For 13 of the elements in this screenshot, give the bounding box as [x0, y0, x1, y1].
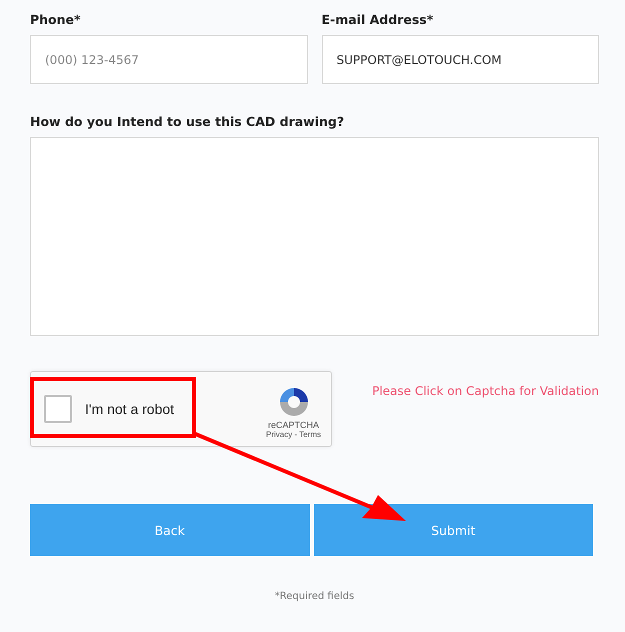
brand-text: reCAPTCHA [268, 420, 320, 430]
recaptcha-logo-icon [278, 386, 310, 418]
field-label: Phone* [30, 12, 82, 29]
field-label: How do you Intend to use this CAD drawing? [30, 114, 346, 131]
input-field[interactable]: (000) 123-4567 [30, 35, 308, 84]
checkbox[interactable] [44, 395, 72, 423]
checkbox-label: I'm not a robot [85, 401, 174, 417]
footnote: *Required fields [274, 591, 356, 602]
privacy-terms-link[interactable]: Privacy - Terms [266, 430, 321, 438]
text-area[interactable] [30, 137, 599, 336]
input-field[interactable]: SUPPORT@ELOTOUCH.COM [322, 35, 599, 84]
validation-message: Please Click on Captcha for Validation [372, 384, 599, 398]
field-label: E-mail Address* [322, 12, 434, 29]
